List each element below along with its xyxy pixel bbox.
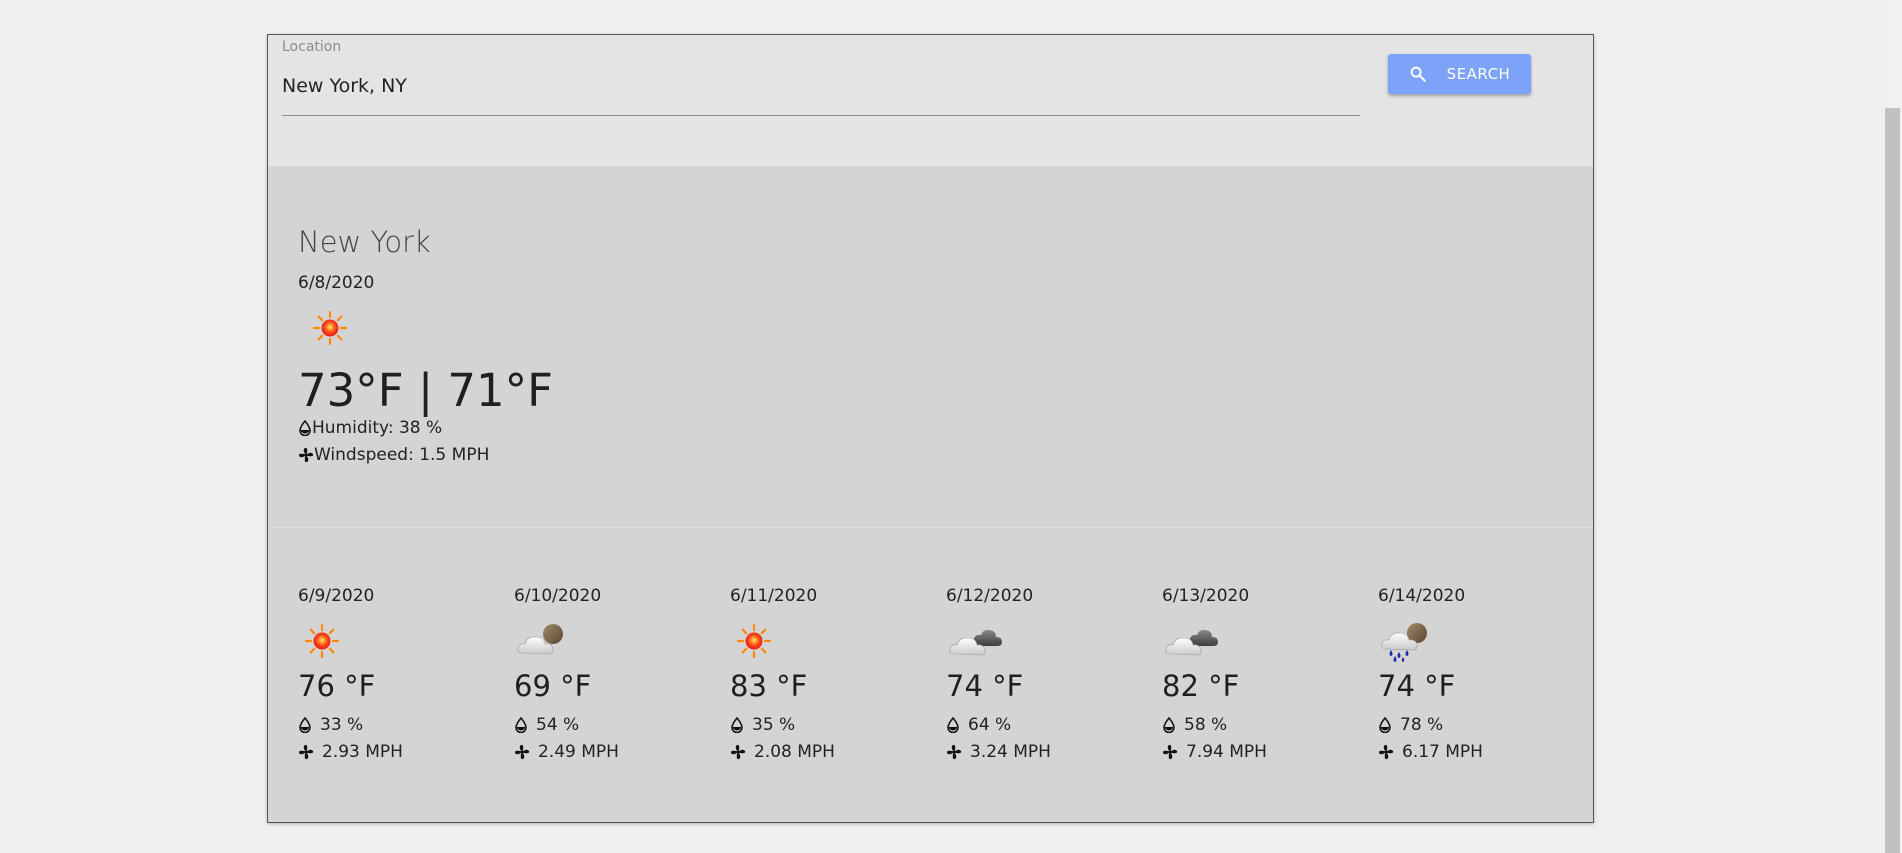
forecast-windspeed: 6.17 MPH [1378,742,1483,762]
forecast-humidity-text: 78 % [1400,715,1444,735]
sun-icon [310,308,350,348]
humidity-icon [946,717,960,733]
wind-icon [946,744,962,760]
wind-icon [1162,744,1178,760]
forecast-temperature: 82 °F [1162,669,1240,703]
cloudy-icon [946,619,1006,663]
current-windspeed-text: Windspeed: 1.5 MPH [314,445,490,465]
forecast-temperature: 74 °F [1378,669,1456,703]
city-name: New York [298,225,431,259]
wind-icon [298,447,314,463]
location-label: Location [282,39,342,55]
humidity-icon [298,420,312,436]
forecast-humidity-text: 58 % [1184,715,1228,735]
forecast-day: 6/9/2020 76 °F 33 % 2.93 MPH [298,527,498,777]
forecast-temperature: 76 °F [298,669,376,703]
forecast-humidity: 33 % [298,715,363,735]
forecast-date: 6/12/2020 [946,586,1034,606]
forecast-date: 6/14/2020 [1378,586,1466,606]
forecast-humidity: 64 % [946,715,1011,735]
forecast-date: 6/9/2020 [298,586,375,606]
sun-icon [736,623,772,659]
forecast-windspeed-text: 2.93 MPH [322,742,403,762]
page-scrollbar[interactable] [1883,0,1902,853]
current-date: 6/8/2020 [298,273,375,293]
forecast-humidity: 54 % [514,715,579,735]
wind-icon [730,744,746,760]
forecast-day: 6/10/2020 69 °F 54 % 2.49 MPH [514,527,714,777]
forecast-humidity: 58 % [1162,715,1227,735]
forecast-day: 6/11/2020 83 °F 35 % 2.08 MPH [730,527,930,777]
forecast-humidity: 35 % [730,715,795,735]
forecast-date: 6/11/2020 [730,586,818,606]
search-icon [1410,66,1426,82]
forecast-windspeed-text: 2.08 MPH [754,742,835,762]
forecast-humidity-text: 64 % [968,715,1012,735]
forecast-windspeed: 2.93 MPH [298,742,403,762]
forecast-day: 6/14/2020 74 °F 78 % 6.17 MPH [1378,527,1578,777]
forecast-windspeed-text: 2.49 MPH [538,742,619,762]
location-field[interactable]: Location [282,39,1360,116]
humidity-icon [1162,717,1176,733]
humidity-icon [730,717,744,733]
location-input[interactable] [282,75,1360,97]
forecast-day: 6/12/2020 74 °F 64 % 3.24 MPH [946,527,1146,777]
scrollbar-thumb[interactable] [1885,108,1900,853]
current-temperature: 73°F | 71°F [298,364,554,417]
forecast-windspeed: 2.08 MPH [730,742,835,762]
search-button-label: SEARCH [1446,65,1511,83]
weather-card: Location SEARCH New York 6/8/2020 73°F |… [267,34,1594,823]
wind-icon [514,744,530,760]
forecast-day: 6/13/2020 82 °F 58 % 7.94 MPH [1162,527,1362,777]
humidity-icon [1378,717,1392,733]
forecast-humidity-text: 33 % [320,715,364,735]
current-weather: New York 6/8/2020 73°F | 71°F Humidity: … [268,166,1593,528]
forecast-windspeed-text: 6.17 MPH [1402,742,1483,762]
forecast-humidity: 78 % [1378,715,1443,735]
humidity-icon [298,717,312,733]
forecast-humidity-text: 54 % [536,715,580,735]
humidity-icon [514,717,528,733]
forecast-temperature: 74 °F [946,669,1024,703]
wind-icon [1378,744,1394,760]
forecast-date: 6/10/2020 [514,586,602,606]
forecast-humidity-text: 35 % [752,715,796,735]
current-humidity: Humidity: 38 % [298,418,442,438]
cloudy-icon [1162,619,1222,663]
current-windspeed: Windspeed: 1.5 MPH [298,445,489,465]
search-button[interactable]: SEARCH [1388,54,1531,94]
sun-icon [304,623,340,659]
forecast-row: 6/9/2020 76 °F 33 % 2.93 MPH 6/10/2020 6… [268,527,1593,822]
forecast-temperature: 83 °F [730,669,808,703]
search-bar: Location SEARCH [268,35,1593,166]
rain-icon [1378,619,1438,663]
forecast-windspeed-text: 3.24 MPH [970,742,1051,762]
forecast-windspeed-text: 7.94 MPH [1186,742,1267,762]
current-humidity-text: Humidity: 38 % [312,418,443,438]
wind-icon [298,744,314,760]
forecast-windspeed: 3.24 MPH [946,742,1051,762]
forecast-windspeed: 7.94 MPH [1162,742,1267,762]
forecast-date: 6/13/2020 [1162,586,1250,606]
partly-cloudy-icon [514,619,574,663]
forecast-temperature: 69 °F [514,669,592,703]
forecast-windspeed: 2.49 MPH [514,742,619,762]
